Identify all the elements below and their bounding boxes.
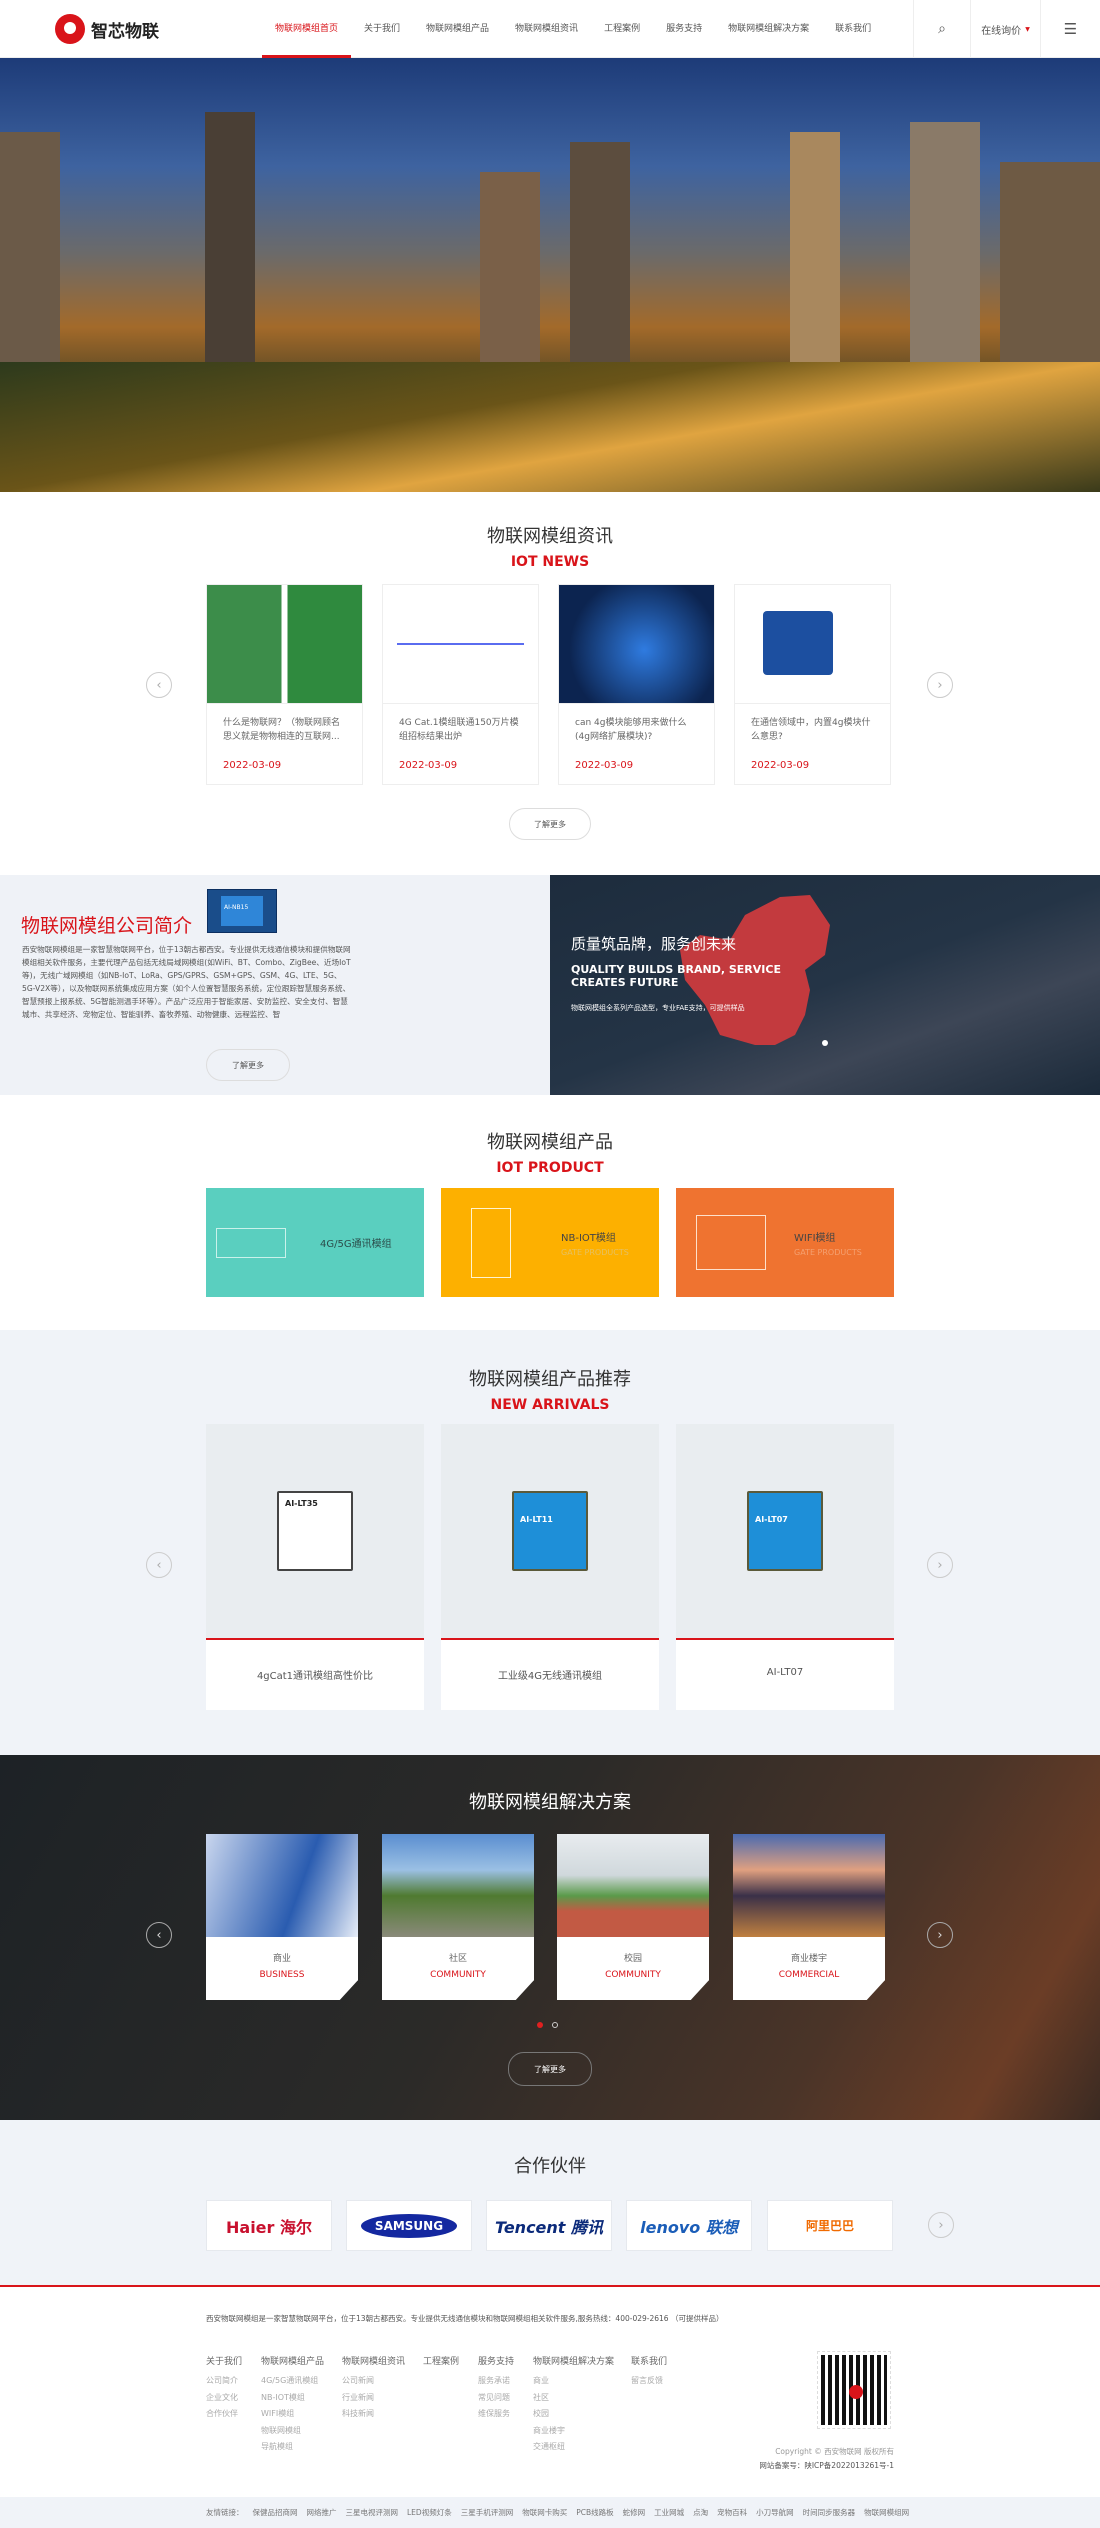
carousel-dot[interactable] [552,2022,558,2028]
news-image [735,585,890,704]
news-heading: 物联网模组资讯 IOT NEWS [487,526,613,570]
footer-divider [0,2285,1100,2287]
news-card[interactable]: 4G Cat.1模组联通150万片模组招标结果出炉 2022-03-09 [382,584,539,785]
nav-about[interactable]: 关于我们 [351,0,413,58]
arrivals-next-arrow[interactable]: › [927,1552,953,1578]
news-image [207,585,362,704]
module-image: AI-LT07 [747,1491,823,1571]
friend-link[interactable]: 小刀导航网 [756,2507,794,2518]
nav-contact[interactable]: 联系我们 [822,0,884,58]
solution-card-business[interactable]: 商业 BUSINESS [206,1834,358,2000]
product-card[interactable]: AI-LT35 4gCat1通讯模组高性价比 [206,1424,424,1710]
about-more-button[interactable]: 了解更多 [206,1049,290,1081]
footer-col: 关于我们 公司简介 企业文化 合作伙伴 [206,2357,243,2418]
friend-link[interactable]: 三星电视评测网 [346,2507,399,2518]
slogan-sub: 物联网模组全系列产品选型，专业FAE支持，可提供样品 [571,1004,745,1012]
carousel-dot-active[interactable] [537,2022,543,2028]
inquiry-dropdown[interactable]: 在线询价 ▼ [970,0,1040,58]
friend-link[interactable]: PCB线路板 [576,2507,613,2518]
product-card[interactable]: AI-LT11 工业级4G无线通讯模组 [441,1424,659,1710]
module-image: AI-LT11 [512,1491,588,1571]
nav-solutions[interactable]: 物联网模组解决方案 [715,0,822,58]
news-next-arrow[interactable]: › [927,672,953,698]
solution-card-campus[interactable]: 校园 COMMUNITY [557,1834,709,2000]
friend-link[interactable]: 三星手机评测网 [461,2507,514,2518]
solutions-next-arrow[interactable]: › [927,1922,953,1948]
partner-logo-samsung[interactable]: SAMSUNG [346,2200,472,2251]
partner-logo-lenovo[interactable]: lenovo 联想 [626,2200,752,2251]
friend-link[interactable]: LED视频灯条 [407,2507,452,2518]
site-header: 智芯物联 物联网模组首页 关于我们 物联网模组产品 物联网模组资讯 工程案例 服… [0,0,1100,58]
qr-code [817,2351,891,2429]
news-card[interactable]: 在通信领域中，内置4g模块什么意思? 2022-03-09 [734,584,891,785]
news-card[interactable]: 什么是物联网？（物联网顾名思义就是物物相连的互联网... 2022-03-09 [206,584,363,785]
nav-products[interactable]: 物联网模组产品 [413,0,502,58]
about-panel: AI-NB15 物联网模组公司简介 西安物联网模组是一家智慧物联网平台，位于13… [0,875,550,1095]
slogan-panel: 质量筑品牌，服务创未来 QUALITY BUILDS BRAND, SERVIC… [550,875,1100,1095]
friend-link[interactable]: 保健品招商网 [253,2507,298,2518]
footer-intro: 西安物联网模组是一家智慧物联网平台，位于13朝古都西安。专业提供无线通信模块和物… [206,2314,724,2323]
nav-news[interactable]: 物联网模组资讯 [502,0,591,58]
solution-card-community[interactable]: 社区 COMMUNITY [382,1834,534,2000]
footer-col: 联系我们 留言反馈 [631,2357,668,2385]
slogan-en: QUALITY BUILDS BRAND, SERVICE CREATES FU… [571,963,781,989]
partner-logo-alibaba[interactable]: 阿里巴巴 [767,2200,893,2251]
friend-link[interactable]: 网络推广 [307,2507,337,2518]
partners-next-arrow[interactable]: › [928,2212,954,2238]
footer-col: 物联网模组产品 4G/5G通讯模组 NB-IOT模组 WIFI模组 物联网模组 导航模组 [261,2357,325,2451]
hero-banner [0,58,1100,492]
weibo-icon [849,2385,863,2399]
footer-col: 物联网模组资讯 公司新闻 行业新闻 科技新闻 [342,2357,406,2418]
product-tile-nbiot[interactable]: NB-IOT模组 GATE PRODUCTS [441,1188,659,1297]
module-image: AI-LT35 [277,1491,353,1571]
railing-icon [696,1215,766,1270]
news-image [383,585,538,704]
friend-link[interactable]: 蛇修网 [623,2507,646,2518]
main-nav: 物联网模组首页 关于我们 物联网模组产品 物联网模组资讯 工程案例 服务支持 物… [262,0,884,58]
arrivals-prev-arrow[interactable]: ‹ [146,1552,172,1578]
hamburger-icon[interactable]: ☰ [1040,0,1100,58]
logo[interactable]: 智芯物联 [55,14,159,44]
news-card[interactable]: can 4g模块能够用来做什么(4g网络扩展模块)? 2022-03-09 [558,584,715,785]
partners-heading: 合作伙伴 [514,2156,586,2177]
gate-icon [471,1207,511,1278]
copyright: Copyright © 西安物联网 版权所有 [775,2447,894,2456]
solutions-more-button[interactable]: 了解更多 [508,2052,592,2086]
arrivals-heading: 物联网模组产品推荐 NEW ARRIVALS [469,1369,631,1413]
news-more-button[interactable]: 了解更多 [509,808,591,840]
search-icon[interactable]: ⌕ [913,0,970,58]
footer-col: 服务支持 服务承诺 常见问题 维保服务 [478,2357,515,2418]
slogan-cn: 质量筑品牌，服务创未来 [571,935,737,953]
products-heading: 物联网模组产品 IOT PRODUCT [487,1132,613,1176]
friend-link[interactable]: 物联网模组网 [864,2507,909,2518]
module-chip-image: AI-NB15 [207,889,277,933]
solutions-heading: 物联网模组解决方案 [469,1792,631,1813]
partner-logo-haier[interactable]: Haier 海尔 [206,2200,332,2251]
icp-number[interactable]: 网站备案号：陕ICP备2022013261号-1 [759,2460,894,2471]
friend-link[interactable]: 时间同步服务器 [803,2507,856,2518]
friend-link[interactable]: 物联网卡购买 [522,2507,567,2518]
about-text: 西安物联网模组是一家智慧物联网平台，位于13朝古都西安。专业提供无线通信模块和提… [22,945,351,1019]
solutions-prev-arrow[interactable]: ‹ [146,1922,172,1948]
nav-home[interactable]: 物联网模组首页 [262,0,352,58]
friend-link[interactable]: 宠物百科 [717,2507,747,2518]
friend-link[interactable]: 工业网城 [654,2507,684,2518]
about-title: 物联网模组公司简介 [21,915,193,937]
gate-icon [216,1227,286,1258]
news-prev-arrow[interactable]: ‹ [146,672,172,698]
partner-logo-tencent[interactable]: Tencent 腾讯 [486,2200,612,2251]
solution-card-commercial[interactable]: 商业楼宇 COMMERCIAL [733,1834,885,2000]
news-image [559,585,714,704]
logo-icon [55,14,85,44]
product-tile-wifi[interactable]: WIFI模组 GATE PRODUCTS [676,1188,894,1297]
nav-cases[interactable]: 工程案例 [591,0,653,58]
nav-support[interactable]: 服务支持 [653,0,715,58]
footer-col: 工程案例 [423,2357,460,2367]
product-card[interactable]: AI-LT07 AI-LT07 [676,1424,894,1710]
product-tile-4g5g[interactable]: 4G/5G通讯模组 [206,1188,424,1297]
friend-link[interactable]: 点淘 [693,2507,708,2518]
footer-col: 物联网模组解决方案 商业 社区 校园 商业楼宇 交通枢纽 [533,2357,615,2451]
friend-links: 友情链接： 保健品招商网 网络推广 三星电视评测网 LED视频灯条 三星手机评测网 物联网卡… [0,2497,1100,2528]
